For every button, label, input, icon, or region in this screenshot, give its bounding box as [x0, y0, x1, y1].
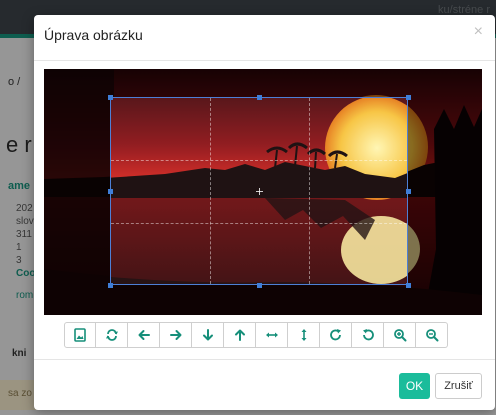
move-right-button[interactable] [160, 322, 192, 348]
crop-handle-s[interactable] [257, 283, 262, 288]
zoom-in-button[interactable] [384, 322, 416, 348]
crop-handle-sw[interactable] [108, 283, 113, 288]
cancel-button[interactable]: Zrušiť [435, 373, 482, 399]
upload-image-button[interactable] [64, 322, 96, 348]
crop-center-mark [256, 188, 263, 195]
swap-icon [105, 329, 118, 341]
modal-title: Úprava obrázku [44, 27, 143, 43]
move-down-button[interactable] [192, 322, 224, 348]
flip-horizontal-button[interactable] [256, 322, 288, 348]
arrow-left-icon [138, 330, 150, 340]
flip-vertical-button[interactable] [288, 322, 320, 348]
flip-vertical-icon [301, 329, 306, 341]
zoom-out-button[interactable] [416, 322, 448, 348]
arrow-down-icon [202, 329, 213, 341]
arrow-right-icon [169, 330, 181, 340]
zoom-out-icon [425, 329, 438, 342]
flip-horizontal-icon [265, 332, 278, 338]
image-edit-modal: Úprava obrázku × OK Zrušiť [34, 15, 495, 410]
close-icon[interactable]: × [474, 23, 483, 41]
crop-box[interactable] [110, 97, 408, 285]
crop-handle-ne[interactable] [406, 95, 411, 100]
ok-button[interactable]: OK [399, 373, 430, 399]
crop-handle-se[interactable] [406, 283, 411, 288]
crop-guide-vertical-2 [309, 98, 310, 284]
image-icon [74, 328, 86, 342]
move-up-button[interactable] [224, 322, 256, 348]
crop-guide-horizontal-2 [111, 223, 407, 224]
crop-handle-w[interactable] [108, 189, 113, 194]
move-left-button[interactable] [128, 322, 160, 348]
rotate-right-icon [329, 329, 341, 341]
modal-footer-divider [34, 359, 495, 360]
image-cropper[interactable] [44, 69, 482, 315]
rotate-left-button[interactable] [352, 322, 384, 348]
modal-header: Úprava obrázku × [34, 15, 495, 61]
rotate-left-icon [362, 329, 374, 341]
image-toolbar [64, 322, 448, 348]
crop-guide-vertical-1 [210, 98, 211, 284]
zoom-in-icon [393, 329, 406, 342]
rotate-right-button[interactable] [320, 322, 352, 348]
crop-handle-n[interactable] [257, 95, 262, 100]
crop-handle-nw[interactable] [108, 95, 113, 100]
crop-guide-horizontal-1 [111, 160, 407, 161]
arrow-up-icon [234, 329, 245, 341]
move-mode-button[interactable] [96, 322, 128, 348]
crop-handle-e[interactable] [406, 189, 411, 194]
